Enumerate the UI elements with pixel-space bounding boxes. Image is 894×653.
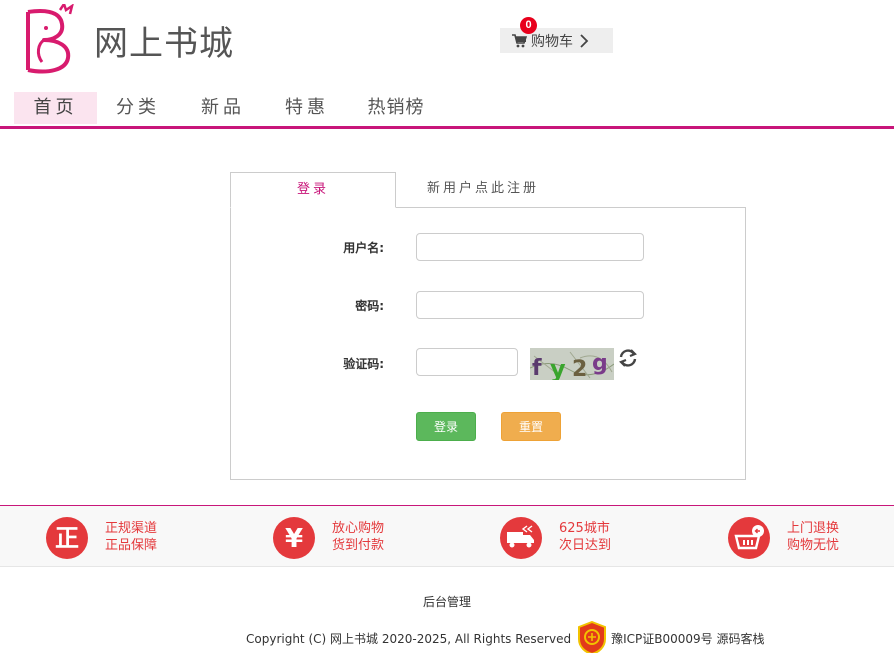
password-label: 密码: [355, 299, 384, 313]
admin-link[interactable]: 后台管理 [0, 593, 894, 610]
service-line: 次日达到 [559, 538, 612, 553]
copyright-line: Copyright (C) 网上书城 2020-2025, All Rights… [246, 621, 764, 653]
service-item-return: 上门退换 购物无忧 [727, 516, 887, 559]
service-line: 上门退换 [787, 521, 840, 536]
service-bar: 正 正规渠道 正品保障 ¥ 放心购物 货到付款 625城市 次日达到 上门退换 … [0, 505, 894, 567]
captcha-image[interactable]: f y 2 g [530, 348, 614, 380]
service-line: 购物无忧 [787, 538, 840, 553]
service-line: 放心购物 [332, 521, 385, 536]
police-badge-icon [578, 621, 607, 653]
nav-item-bestseller[interactable]: 热销榜 [358, 92, 434, 124]
icp-link[interactable]: 豫ICP证B00009号 源码客栈 [611, 630, 764, 647]
captcha-glyph-1: f [532, 356, 542, 380]
copyright-text: Copyright (C) 网上书城 2020-2025, All Rights… [246, 631, 572, 646]
tab-register[interactable]: 新用户点此注册 [396, 172, 570, 208]
nav-item-sale[interactable]: 特惠 [272, 92, 342, 124]
service-item-cod: ¥ 放心购物 货到付款 [272, 516, 432, 559]
captcha-label: 验证码: [343, 357, 384, 371]
cart-count-badge: 0 [520, 17, 537, 34]
refresh-icon[interactable] [617, 347, 639, 369]
reset-button[interactable]: 重置 [501, 412, 561, 441]
nav-item-home[interactable]: 首页 [14, 92, 97, 124]
nav-item-category[interactable]: 分类 [103, 92, 173, 124]
shopping-cart-icon [512, 33, 527, 47]
service-line: 正品保障 [105, 538, 158, 553]
service-line: 正规渠道 [105, 521, 158, 536]
nav-item-new[interactable]: 新品 [188, 92, 258, 124]
delivery-truck-icon [500, 517, 542, 559]
captcha-glyph-4: g [592, 351, 608, 376]
captcha-glyph-3: 2 [572, 357, 587, 380]
service-item-genuine: 正 正规渠道 正品保障 [45, 516, 205, 559]
svg-text:¥: ¥ [285, 524, 303, 554]
captcha-input[interactable] [416, 348, 518, 376]
header: 网上书城 0 购物车 [0, 0, 894, 82]
cart-label: 购物车 [531, 33, 573, 50]
return-basket-icon [728, 517, 770, 559]
yuan-icon: ¥ [273, 517, 315, 559]
service-line: 货到付款 [332, 538, 385, 553]
svg-text:正: 正 [55, 524, 79, 552]
chevron-right-icon [580, 33, 589, 48]
site-title[interactable]: 网上书城 [94, 16, 234, 65]
service-item-delivery: 625城市 次日达到 [499, 516, 659, 559]
username-label: 用户名: [343, 241, 384, 255]
password-input[interactable] [416, 291, 644, 319]
tab-login[interactable]: 登录 [230, 172, 396, 208]
service-line: 625城市 [559, 521, 610, 536]
logo-icon[interactable] [22, 4, 78, 76]
cart-button[interactable]: 0 购物车 [500, 17, 613, 53]
main-nav: 首页 分类 新品 特惠 热销榜 [0, 90, 894, 129]
login-button[interactable]: 登录 [416, 412, 476, 441]
captcha-glyph-2: y [550, 355, 566, 380]
genuine-icon: 正 [46, 517, 88, 559]
username-input[interactable] [416, 233, 644, 261]
